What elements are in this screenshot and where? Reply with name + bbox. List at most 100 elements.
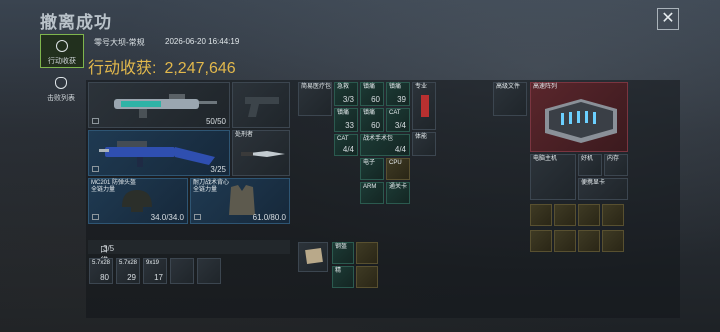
melee-label: 处刑者 xyxy=(235,132,254,138)
helmet-durability: 34.0/34.0 xyxy=(150,213,184,222)
secondary-ammo: 3/25 xyxy=(210,165,226,174)
item-count: 60 xyxy=(371,95,380,104)
melee-slot[interactable]: 处刑者 xyxy=(232,130,290,176)
loot-label: 行动收获: xyxy=(88,60,157,77)
item-label: 简易医疗包 xyxy=(301,84,332,90)
backpack-item[interactable]: 体能 xyxy=(412,132,436,156)
item-label: 镇痛 xyxy=(363,110,376,116)
pocket-count: 3/5 xyxy=(103,244,115,253)
pocket-slot[interactable]: 5.7x28 29 xyxy=(116,258,140,284)
armor-slot[interactable]: 耐刀战术背心 全链力量 61.0/80.0 xyxy=(190,178,290,224)
loot-summary: 行动收获: 2,247,646 xyxy=(88,54,236,78)
gold-item[interactable] xyxy=(602,204,624,226)
gold-item[interactable] xyxy=(554,230,576,252)
item-label: 精 xyxy=(335,268,342,274)
backpack-item[interactable]: 精 xyxy=(332,266,354,288)
pocket-header: 口袋:3/5 xyxy=(88,240,290,265)
backpack-item[interactable]: 通关卡 xyxy=(386,182,410,204)
primary-weapon-slot[interactable]: 50/50 xyxy=(88,82,230,128)
item-label: CAT xyxy=(389,110,401,116)
backpack-item[interactable] xyxy=(356,266,378,288)
mark-icon xyxy=(194,214,201,220)
safebox-item[interactable]: 内存 xyxy=(604,154,628,176)
item-label: CPU xyxy=(389,160,402,166)
backpack-item[interactable]: ARM xyxy=(360,182,384,204)
knife-icon xyxy=(241,151,285,157)
ammo-label: 5.7x28 xyxy=(119,260,138,266)
document-icon xyxy=(305,247,323,265)
backpack-item[interactable]: 战术手术包 4/4 xyxy=(360,134,410,156)
backpack-item[interactable]: CAT 4/4 xyxy=(334,134,358,156)
backpack-item[interactable]: 镇痛 33 xyxy=(334,108,358,132)
item-label: 专业 xyxy=(415,84,428,90)
pocket-slot[interactable]: 5.7x28 80 xyxy=(89,258,113,284)
tab-loot[interactable]: 行动收获 xyxy=(40,34,84,68)
backpack-item[interactable]: 镇痛 39 xyxy=(386,82,410,106)
item-label: 便携显卡 xyxy=(581,180,606,186)
safebox-item-storage-array[interactable]: 高速阵列 xyxy=(530,82,628,152)
gold-item[interactable] xyxy=(530,230,552,252)
item-label: 内存 xyxy=(607,156,620,162)
safebox-item[interactable]: 电脑主机 xyxy=(530,154,576,200)
pistol-icon xyxy=(245,97,279,117)
mark-icon xyxy=(92,166,99,172)
tab-kills-label: 击败列表 xyxy=(47,95,75,102)
helmet-slot[interactable]: MC201 防弹头盔 全链力量 34.0/34.0 xyxy=(88,178,188,224)
medkit-icon xyxy=(421,95,429,117)
backpack-item[interactable]: 专业 xyxy=(412,82,436,130)
pocket-slot[interactable]: 9x19 17 xyxy=(143,258,167,284)
pistol-slot[interactable] xyxy=(232,82,290,128)
secondary-weapon-slot[interactable]: 3/25 xyxy=(88,130,230,176)
mark-icon xyxy=(92,118,99,124)
safebox-item[interactable]: 便携显卡 xyxy=(578,178,628,200)
vest-icon xyxy=(229,185,255,215)
item-label: CAT xyxy=(337,136,349,142)
helmet-icon xyxy=(122,190,152,212)
ammo-count: 17 xyxy=(154,273,163,282)
safebox-item[interactable]: 高级文件 xyxy=(493,82,527,116)
pocket-slot-empty[interactable] xyxy=(197,258,221,284)
smg-icon xyxy=(99,141,215,167)
item-label: 急救 xyxy=(337,84,350,90)
item-label: 电脑主机 xyxy=(533,156,558,162)
map-name: 零号大坝-常规 xyxy=(94,38,145,47)
item-count: 60 xyxy=(371,121,380,130)
datetime: 2026-06-20 16:44:19 xyxy=(165,37,240,46)
item-label: ARM xyxy=(363,184,377,190)
loot-value: 2,247,646 xyxy=(164,60,236,77)
backpack-item[interactable] xyxy=(356,242,378,264)
item-count: 4/4 xyxy=(342,145,354,154)
item-label: 战术手术包 xyxy=(363,136,394,142)
gold-item[interactable] xyxy=(602,230,624,252)
close-button[interactable]: ✕ xyxy=(657,8,679,30)
backpack-item[interactable]: CAT 3/4 xyxy=(386,108,410,132)
backpack-item[interactable]: 简易医疗包 xyxy=(298,82,332,116)
tab-kills[interactable]: 击败列表 xyxy=(40,72,82,104)
item-label: 通关卡 xyxy=(389,184,408,190)
armor-durability: 61.0/80.0 xyxy=(252,213,286,222)
item-label: 镇痛 xyxy=(363,84,376,90)
backpack-item[interactable]: CPU xyxy=(386,158,410,180)
item-count: 33 xyxy=(345,121,354,130)
gold-item[interactable] xyxy=(578,230,600,252)
backpack-item[interactable]: 急救 3/3 xyxy=(334,82,358,106)
gold-item[interactable] xyxy=(578,204,600,226)
backpack-item[interactable]: 电子 xyxy=(360,158,384,180)
item-count: 3/3 xyxy=(342,95,354,104)
ammo-count: 80 xyxy=(100,273,109,282)
pocket-slot-empty[interactable] xyxy=(170,258,194,284)
armor-label: 耐刀战术背心 全链力量 xyxy=(193,180,230,193)
item-label: 钢盔 xyxy=(335,244,348,250)
item-label: 高级文件 xyxy=(496,84,521,90)
item-label: 体能 xyxy=(415,134,428,140)
safebox-item[interactable]: 好机 xyxy=(578,154,602,176)
backpack-item[interactable]: 镇痛 60 xyxy=(360,82,384,106)
close-icon: ✕ xyxy=(661,10,675,27)
backpack-item[interactable]: 钢盔 xyxy=(332,242,354,264)
item-label: 好机 xyxy=(581,156,594,162)
backpack-item[interactable]: 镇痛 60 xyxy=(360,108,384,132)
gold-item[interactable] xyxy=(530,204,552,226)
backpack-item[interactable] xyxy=(298,242,328,272)
gold-item[interactable] xyxy=(554,204,576,226)
skull-icon xyxy=(55,77,67,89)
